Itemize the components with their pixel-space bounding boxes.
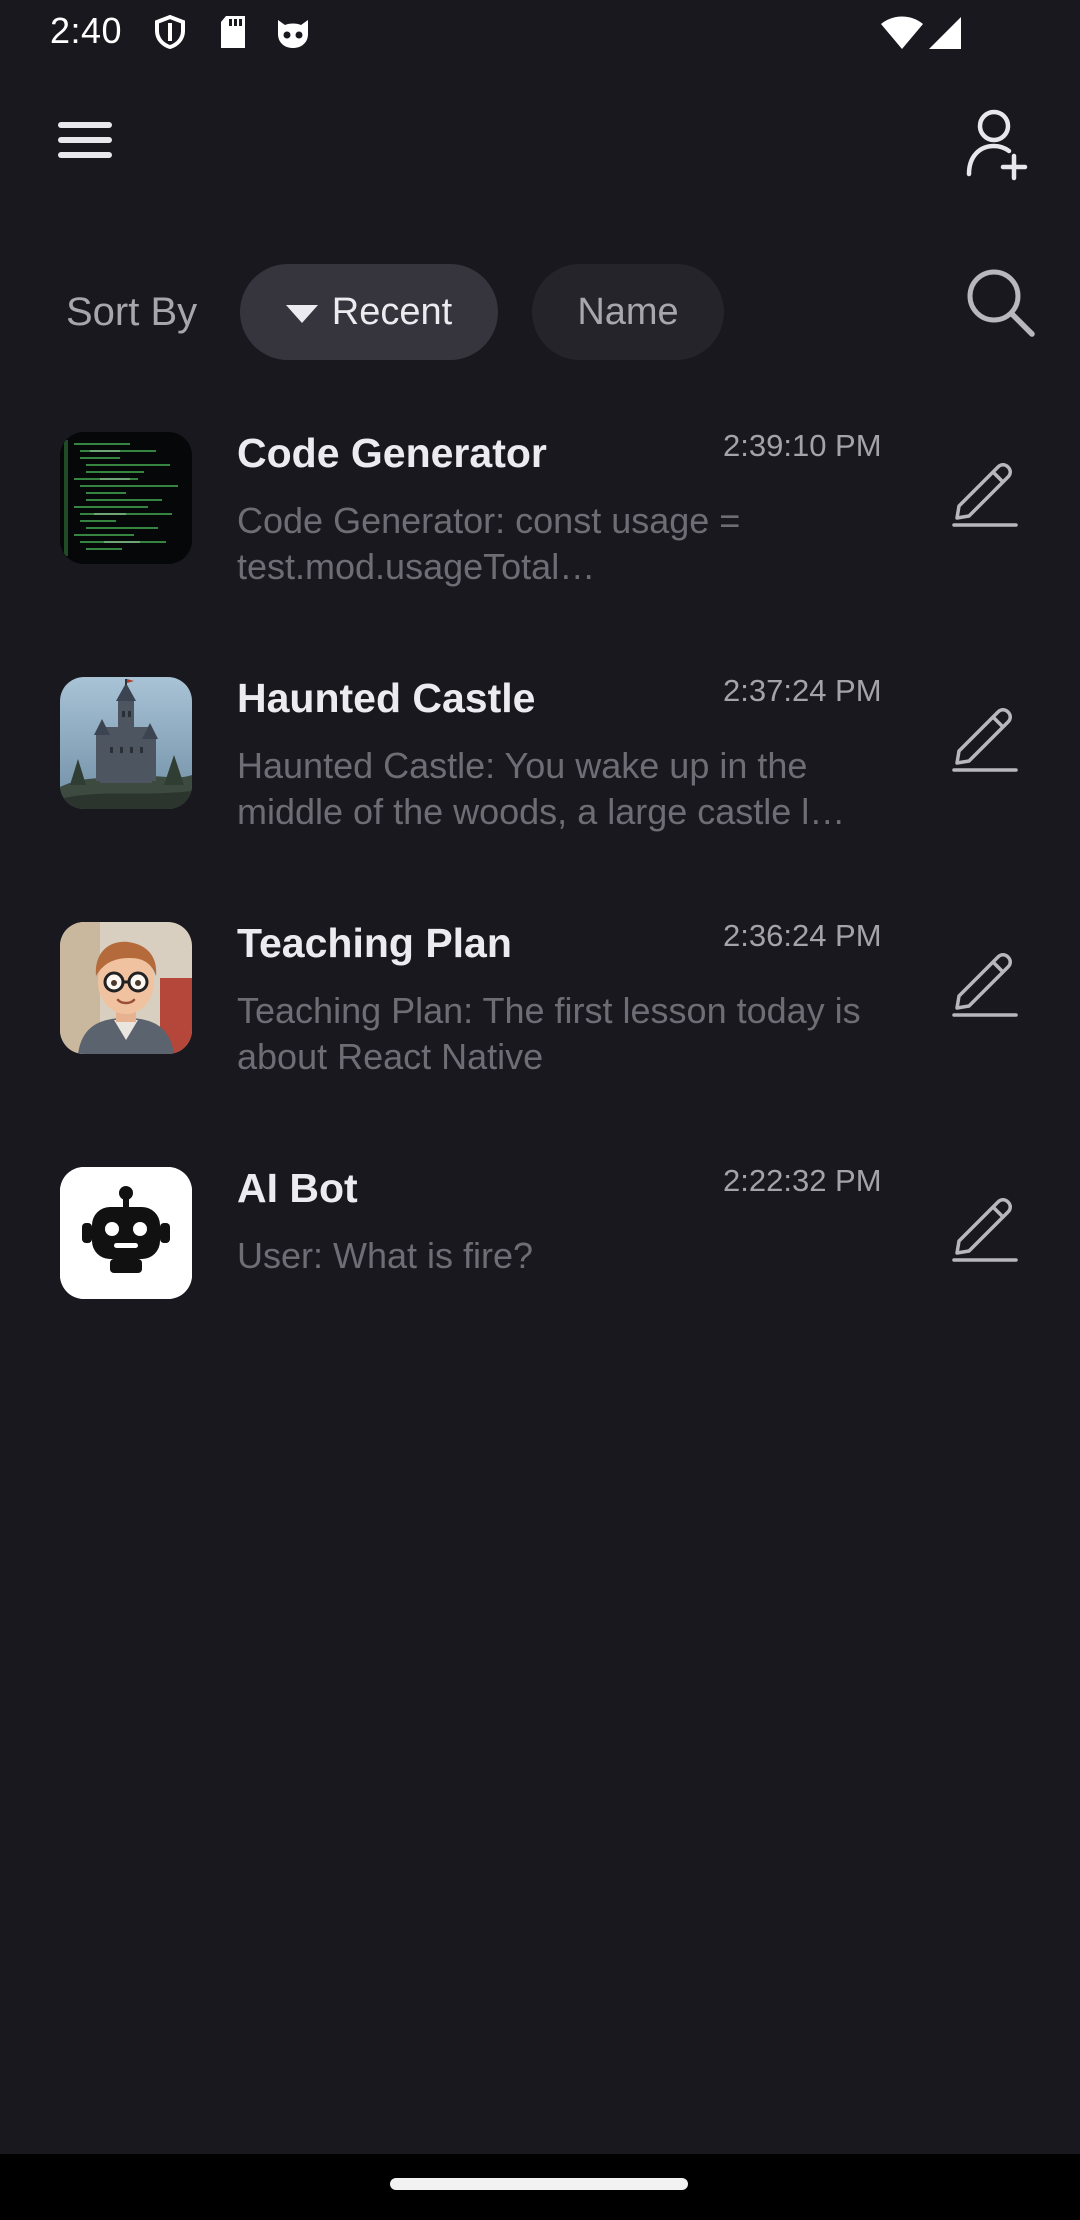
status-time: 2:40: [50, 10, 123, 51]
pencil-icon: [944, 953, 1024, 1022]
sort-recent-chip[interactable]: Recent: [240, 264, 498, 360]
chat-item-ai-bot[interactable]: AI Bot 2:22:32 PM User: What is fire?: [0, 1143, 1080, 1388]
chat-timestamp: 2:39:10 PM: [723, 428, 882, 463]
code-terminal-avatar: [60, 432, 192, 564]
sort-recent-label: Recent: [331, 290, 453, 333]
search-button[interactable]: [962, 264, 1038, 340]
sort-name-chip[interactable]: Name: [532, 264, 724, 360]
castle-avatar: [60, 677, 192, 809]
chat-timestamp: 2:37:24 PM: [723, 673, 882, 708]
chat-title: Teaching Plan: [237, 920, 512, 966]
cellular-signal-icon: [928, 16, 962, 55]
edit-button[interactable]: [944, 938, 1024, 1018]
add-user-button[interactable]: [956, 104, 1036, 184]
chat-timestamp: 2:22:32 PM: [723, 1163, 882, 1198]
add-user-icon: [956, 109, 1036, 188]
hamburger-menu-icon: [52, 122, 124, 176]
search-icon: [962, 269, 1038, 344]
chat-preview: Code Generator: const usage = test.mod.u…: [237, 500, 741, 587]
shield-icon: [152, 14, 188, 55]
menu-button[interactable]: [52, 112, 124, 172]
chat-item-haunted-castle[interactable]: Haunted Castle 2:37:24 PM Haunted Castle…: [0, 653, 1080, 898]
chat-preview: Haunted Castle: You wake up in the middl…: [237, 745, 846, 832]
chat-preview: Teaching Plan: The first lesson today is…: [237, 990, 861, 1077]
pencil-icon: [944, 1198, 1024, 1267]
edit-button[interactable]: [944, 1183, 1024, 1263]
edit-button[interactable]: [944, 693, 1024, 773]
chat-item-teaching-plan[interactable]: Teaching Plan 2:36:24 PM Teaching Plan: …: [0, 898, 1080, 1143]
pencil-icon: [944, 463, 1024, 532]
home-indicator[interactable]: [390, 2178, 688, 2190]
chat-item-code-generator[interactable]: Code Generator 2:39:10 PM Code Generator…: [0, 408, 1080, 653]
status-bar: 2:40: [0, 0, 1080, 66]
chat-title: AI Bot: [237, 1165, 358, 1211]
caret-down-icon: [285, 305, 318, 323]
sd-card-icon: [218, 14, 248, 55]
sort-name-label: Name: [577, 290, 679, 333]
system-nav-bar: [0, 2154, 1080, 2220]
sort-by-label: Sort By: [66, 290, 198, 334]
pencil-icon: [944, 708, 1024, 777]
wifi-icon: [880, 16, 924, 55]
cat-face-icon: [274, 14, 312, 55]
chat-title: Code Generator: [237, 430, 547, 476]
teacher-avatar: [60, 922, 192, 1054]
robot-avatar: [60, 1167, 192, 1299]
chat-preview: User: What is fire?: [237, 1235, 534, 1276]
chat-timestamp: 2:36:24 PM: [723, 918, 882, 953]
chat-list: Code Generator 2:39:10 PM Code Generator…: [0, 408, 1080, 1388]
chat-title: Haunted Castle: [237, 675, 536, 721]
edit-button[interactable]: [944, 448, 1024, 528]
